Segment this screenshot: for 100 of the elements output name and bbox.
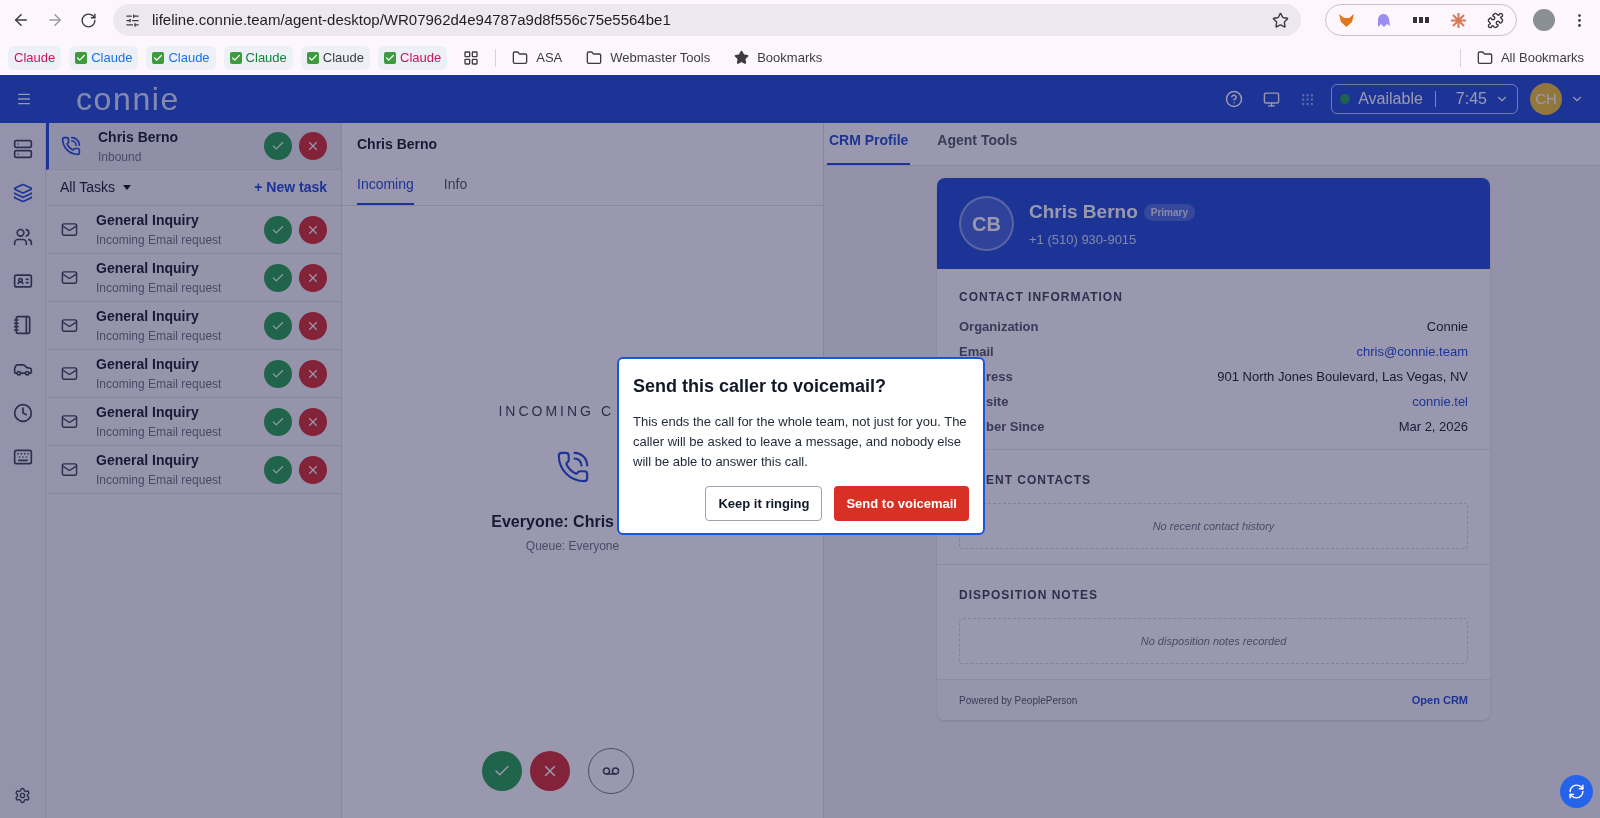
task-item[interactable]: General Inquiry Incoming Email request	[46, 302, 341, 350]
folder-icon	[512, 49, 529, 66]
site-info-icon[interactable]	[125, 12, 140, 28]
bookmark-folder[interactable]: Bookmarks	[726, 47, 831, 68]
task-item[interactable]: General Inquiry Incoming Email request	[46, 398, 341, 446]
dialog-title: Send this caller to voicemail?	[633, 375, 888, 398]
forward-icon[interactable]	[46, 11, 64, 29]
profile-avatar[interactable]	[1533, 9, 1555, 31]
field-link[interactable]: connie.tel	[1412, 391, 1468, 412]
apps-icon[interactable]	[463, 49, 480, 66]
decline-button[interactable]	[299, 263, 327, 292]
logo: connie	[76, 80, 180, 119]
field-value: Mar 2, 2026	[1398, 417, 1468, 436]
mail-icon	[61, 317, 78, 334]
field-label: Organization	[959, 317, 1039, 336]
mail-icon	[61, 413, 78, 430]
dialog-message: This ends the call for the whole team, not just for you. The caller will be asked to leave a message, and nobody else will be able to answer this call.	[633, 413, 968, 471]
bookmark-chip[interactable]: Claude	[300, 45, 370, 70]
bookmark-folder[interactable]: Webmaster Tools	[578, 47, 719, 68]
tab[interactable]: Agent Tools	[935, 130, 1020, 165]
bookmark-chip[interactable]: Claude	[378, 45, 448, 70]
mail-icon	[61, 269, 78, 286]
layers-icon[interactable]	[12, 183, 33, 203]
accept-button[interactable]	[264, 215, 292, 244]
caller-queue-name: Everyone: Chris	[491, 512, 614, 532]
bookmark-star-icon[interactable]	[1272, 11, 1289, 29]
back-icon[interactable]	[12, 11, 30, 29]
task-title: General Inquiry	[96, 451, 200, 470]
folder-icon	[586, 49, 603, 66]
reload-icon[interactable]	[80, 11, 97, 29]
extensions-icon[interactable]	[1487, 11, 1504, 29]
settings-icon[interactable]	[14, 787, 31, 804]
card-icon[interactable]	[12, 271, 33, 291]
accept-button[interactable]	[481, 751, 522, 791]
task-item[interactable]: General Inquiry Incoming Email request	[46, 254, 341, 302]
decline-button[interactable]	[529, 751, 570, 791]
accept-button[interactable]	[264, 263, 292, 292]
shift-time: 7:45	[1455, 89, 1487, 109]
task-subtitle: Incoming Email request	[96, 376, 223, 393]
ghost-icon[interactable]	[1375, 12, 1392, 28]
close-icon	[306, 139, 320, 153]
task-subtitle: Incoming Email request	[96, 424, 223, 441]
task-subtitle: Incoming Email request	[96, 280, 223, 297]
accept-button[interactable]	[264, 311, 292, 340]
url-text: lifeline.connie.team/agent-desktop/WR07962d4e94787a9d8f556c75e5564be1	[152, 9, 672, 30]
monitor-icon[interactable]	[1263, 90, 1281, 108]
decline-button[interactable]	[299, 132, 327, 160]
clock-icon[interactable]	[12, 403, 33, 423]
mail-icon	[61, 221, 78, 238]
menu-icon[interactable]	[16, 91, 32, 107]
open-crm-link[interactable]: Open CRM	[1411, 691, 1468, 709]
accept-button[interactable]	[264, 132, 292, 160]
task-filter[interactable]: All Tasks	[60, 177, 131, 198]
voicemail-button[interactable]	[587, 748, 634, 794]
decline-button[interactable]	[299, 359, 327, 388]
bookmark-chip[interactable]: Claude	[8, 45, 62, 70]
fox-icon[interactable]	[1338, 12, 1355, 28]
tab[interactable]: Incoming	[357, 174, 414, 205]
tab[interactable]: Info	[443, 174, 468, 205]
help-icon[interactable]	[1225, 90, 1244, 108]
accept-button[interactable]	[264, 407, 292, 436]
extension-icon[interactable]	[1412, 15, 1430, 25]
cancel-button[interactable]: Keep it ringing	[705, 486, 823, 521]
folder-icon	[1476, 49, 1493, 66]
decline-button[interactable]	[299, 215, 327, 244]
task-title: General Inquiry	[96, 211, 200, 230]
task-subtitle: Incoming Email request	[96, 472, 223, 489]
bookmark-chip[interactable]: Claude	[69, 45, 139, 70]
task-item[interactable]: General Inquiry Incoming Email request	[46, 350, 341, 398]
contacts-icon[interactable]	[12, 227, 33, 247]
task-subtitle: Incoming Email request	[96, 328, 223, 345]
field-label: Email	[959, 342, 994, 361]
keyboard-icon[interactable]	[12, 447, 33, 467]
bookmark-chip[interactable]: Claude	[223, 45, 293, 70]
task-item[interactable]: General Inquiry Incoming Email request	[46, 446, 341, 494]
all-bookmarks[interactable]: All Bookmarks	[1468, 47, 1592, 68]
decline-button[interactable]	[299, 455, 327, 484]
active-call-item[interactable]: Chris Berno Inbound	[46, 123, 341, 170]
field-link[interactable]: chris@connie.team	[1356, 341, 1468, 362]
accept-button[interactable]	[264, 359, 292, 388]
check-icon	[271, 139, 285, 153]
decline-button[interactable]	[299, 407, 327, 436]
starburst-icon[interactable]	[1450, 11, 1467, 29]
tab[interactable]: CRM Profile	[827, 130, 911, 165]
servers-icon[interactable]	[12, 139, 33, 159]
bookmark-chip[interactable]: Claude	[146, 45, 216, 70]
decline-button[interactable]	[299, 311, 327, 340]
powered-by-text: Powered by PeoplePerson	[959, 693, 1078, 708]
call-heading: INCOMING C	[498, 402, 614, 421]
new-task-link[interactable]: + New task	[254, 177, 327, 198]
mail-icon	[61, 461, 78, 478]
task-item[interactable]: General Inquiry Incoming Email request	[46, 206, 341, 254]
accept-button[interactable]	[264, 455, 292, 484]
send-to-voicemail-button[interactable]: Send to voicemail	[834, 486, 969, 521]
address-bar[interactable]: lifeline.connie.team/agent-desktop/WR07962d4e94787a9d8f556c75e5564be1	[113, 4, 1301, 36]
call-title: Chris Berno	[357, 135, 438, 154]
bookmark-folder[interactable]: ASA	[504, 47, 571, 68]
status-selector[interactable]: Available 7:45	[1331, 84, 1518, 114]
dialpad-icon[interactable]	[1300, 91, 1316, 107]
notebook-icon[interactable]	[12, 315, 33, 335]
